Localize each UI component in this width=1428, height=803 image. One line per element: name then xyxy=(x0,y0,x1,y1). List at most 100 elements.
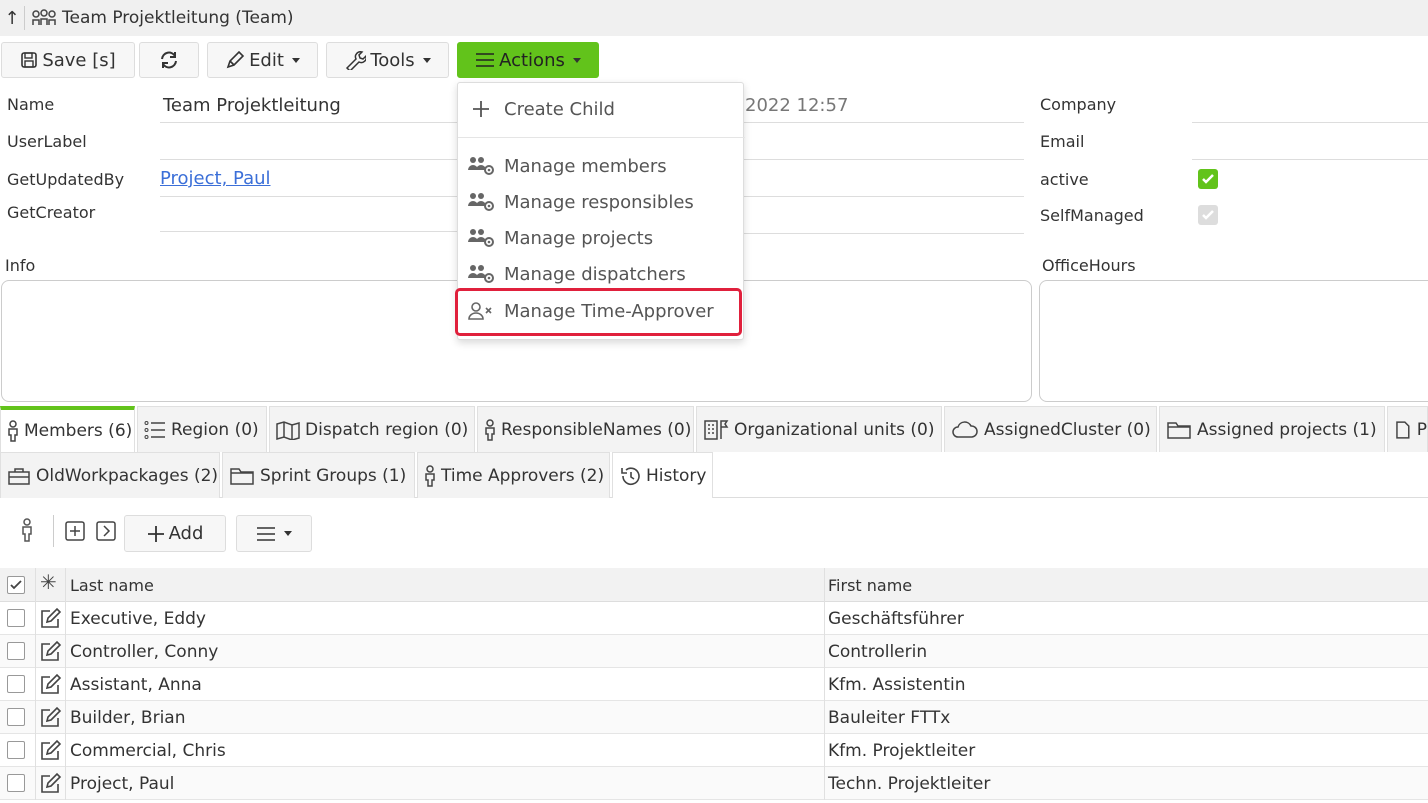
cell-first-name: Geschäftsführer xyxy=(828,608,964,629)
manage-responsibles-item[interactable]: Manage responsibles xyxy=(458,185,745,219)
person-filter-icon[interactable] xyxy=(20,515,38,551)
expand-next-icon[interactable] xyxy=(95,515,117,551)
row-checkbox[interactable] xyxy=(7,675,25,693)
document-icon xyxy=(1396,420,1410,439)
actions-button[interactable]: Actions xyxy=(457,42,599,78)
edit-row-icon[interactable] xyxy=(38,602,62,635)
date-value: 2022 12:57 xyxy=(745,95,849,116)
create-child-item[interactable]: Create Child xyxy=(458,92,745,126)
tab-members[interactable]: Members (6) xyxy=(0,406,135,452)
tab-label: History xyxy=(646,465,707,486)
company-field[interactable] xyxy=(1192,122,1428,123)
tab-label: Dispatch region (0) xyxy=(305,419,469,440)
edit-button[interactable]: Edit xyxy=(207,42,318,78)
column-divider xyxy=(824,701,825,734)
cell-last-name: Commercial, Chris xyxy=(70,740,226,761)
field-underline xyxy=(744,196,1024,197)
cloud-icon xyxy=(952,420,978,438)
select-all-checkbox[interactable] xyxy=(7,576,25,594)
edit-row-icon[interactable] xyxy=(38,635,62,668)
tab-region[interactable]: Region (0) xyxy=(137,406,267,452)
save-button[interactable]: Save [s] xyxy=(1,42,135,78)
menu-item-label: Manage members xyxy=(504,155,667,177)
field-underline xyxy=(744,159,1024,160)
tab-assigned-projects[interactable]: Assigned projects (1) xyxy=(1159,406,1385,452)
manage-projects-item[interactable]: Manage projects xyxy=(458,221,745,255)
column-header-last-name[interactable]: Last name xyxy=(70,576,154,595)
table-header: ✳ Last name First name xyxy=(0,568,1428,602)
add-button[interactable]: Add xyxy=(124,515,226,552)
manage-dispatchers-item[interactable]: Manage dispatchers xyxy=(458,257,745,291)
team-icon xyxy=(31,9,57,27)
tab-old-workpackages[interactable]: OldWorkpackages (2) xyxy=(0,452,220,498)
tab-bar-secondary: OldWorkpackages (2) Sprint Groups (1) Ti… xyxy=(0,452,1428,498)
tab-time-approvers[interactable]: Time Approvers (2) xyxy=(417,452,610,498)
tab-organizational-units[interactable]: Organizational units (0) xyxy=(696,406,942,452)
email-label: Email xyxy=(1040,132,1085,151)
table-row[interactable]: Project, Paul Techn. Projektleiter xyxy=(0,767,1428,800)
column-header-first-name[interactable]: First name xyxy=(828,576,912,595)
tab-sprint-groups[interactable]: Sprint Groups (1) xyxy=(222,452,415,498)
column-divider xyxy=(65,767,66,800)
add-label: Add xyxy=(168,523,204,544)
map-icon xyxy=(276,420,300,440)
refresh-button[interactable] xyxy=(139,42,199,78)
active-label: active xyxy=(1040,170,1089,189)
cell-last-name: Assistant, Anna xyxy=(70,674,202,695)
edit-row-icon[interactable] xyxy=(38,701,62,734)
edit-label: Edit xyxy=(249,49,284,71)
row-checkbox[interactable] xyxy=(7,642,25,660)
column-divider xyxy=(35,635,36,668)
selfmanaged-label: SelfManaged xyxy=(1040,206,1144,225)
userlabel-field[interactable] xyxy=(160,159,457,160)
updatedby-link[interactable]: Project, Paul xyxy=(160,168,271,189)
officehours-textarea[interactable] xyxy=(1039,280,1428,402)
grid-menu-button[interactable] xyxy=(236,515,312,552)
refresh-icon xyxy=(161,51,177,69)
tab-dispatch-region[interactable]: Dispatch region (0) xyxy=(269,406,475,452)
table-row[interactable]: Builder, Brian Bauleiter FTTx xyxy=(0,701,1428,734)
tab-history[interactable]: History xyxy=(612,452,713,498)
tab-responsible-names[interactable]: ResponsibleNames (0) xyxy=(477,406,694,452)
column-divider xyxy=(824,568,825,602)
table-row[interactable]: Executive, Eddy Geschäftsführer xyxy=(0,602,1428,635)
row-checkbox[interactable] xyxy=(7,609,25,627)
edit-row-icon[interactable] xyxy=(38,734,62,767)
chevron-down-icon xyxy=(572,57,581,63)
manage-members-item[interactable]: Manage members xyxy=(458,149,745,183)
table-row[interactable]: Commercial, Chris Kfm. Projektleiter xyxy=(0,734,1428,767)
plus-icon xyxy=(458,99,504,119)
tab-more[interactable]: P xyxy=(1387,406,1428,452)
column-divider xyxy=(65,635,66,668)
row-checkbox[interactable] xyxy=(7,774,25,792)
edit-row-icon[interactable] xyxy=(38,767,62,800)
menu-item-label: Manage responsibles xyxy=(504,191,694,213)
tab-assigned-cluster[interactable]: AssignedCluster (0) xyxy=(944,406,1157,452)
actions-label: Actions xyxy=(499,49,565,71)
tab-label: ResponsibleNames (0) xyxy=(501,419,692,440)
expand-all-icon[interactable] xyxy=(64,515,86,551)
info-label: Info xyxy=(5,256,36,275)
save-label: Save [s] xyxy=(42,49,116,71)
menu-icon xyxy=(257,526,275,541)
column-divider xyxy=(35,701,36,734)
table-row[interactable]: Controller, Conny Controllerin xyxy=(0,635,1428,668)
name-field[interactable]: Team Projektleitung xyxy=(163,95,341,116)
tab-label: Region (0) xyxy=(171,419,259,440)
email-field[interactable] xyxy=(1192,159,1428,160)
table-row[interactable]: Assistant, Anna Kfm. Assistentin xyxy=(0,668,1428,701)
edit-row-icon[interactable] xyxy=(38,668,62,701)
cell-last-name: Controller, Conny xyxy=(70,641,219,662)
row-checkbox[interactable] xyxy=(7,741,25,759)
highlight-box xyxy=(455,288,742,336)
active-checkbox[interactable] xyxy=(1198,169,1218,189)
row-checkbox[interactable] xyxy=(7,708,25,726)
navigate-up-icon[interactable]: ↑ xyxy=(0,8,24,29)
list-icon xyxy=(144,420,165,439)
column-divider xyxy=(35,668,36,701)
tab-label: Time Approvers (2) xyxy=(441,465,605,486)
menu-item-label: Create Child xyxy=(504,98,615,120)
column-divider xyxy=(65,701,66,734)
column-divider xyxy=(35,767,36,800)
tools-button[interactable]: Tools xyxy=(326,42,449,78)
